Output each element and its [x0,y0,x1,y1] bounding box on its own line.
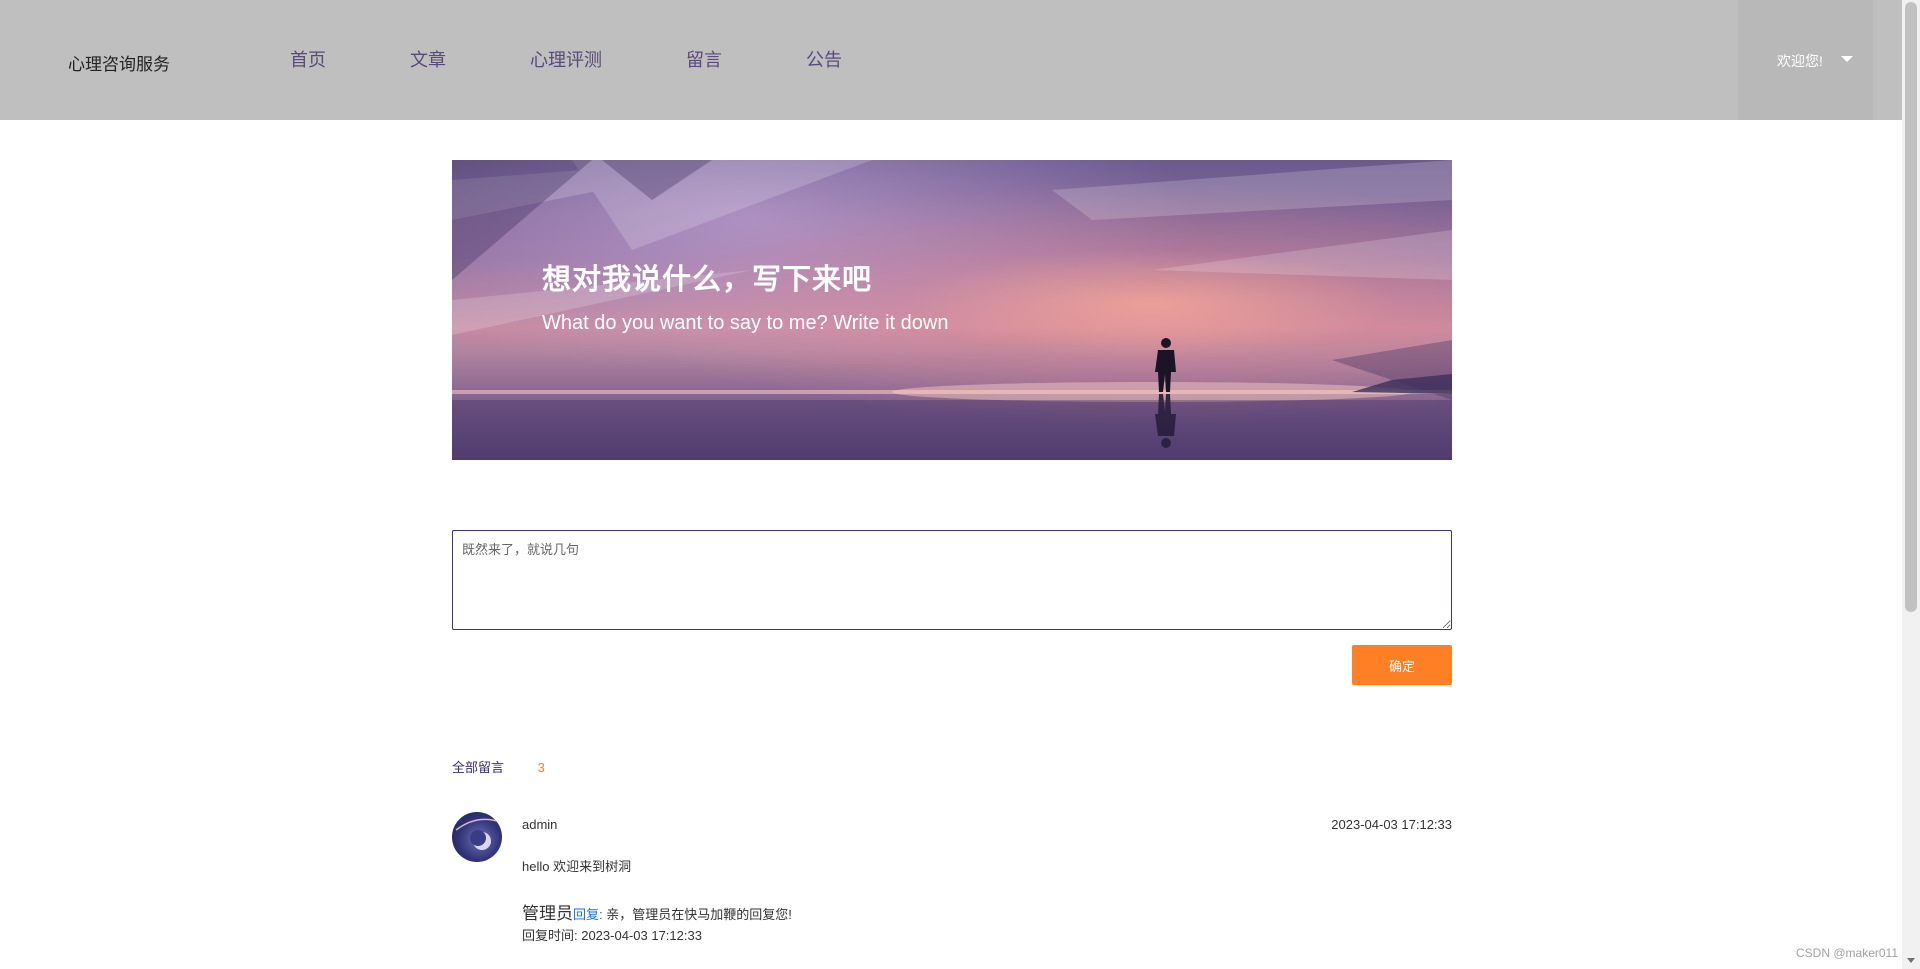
user-menu[interactable]: 欢迎您! [1738,0,1873,120]
user-welcome-text: 欢迎您! [1777,53,1823,69]
comment-time: 2023-04-03 17:12:33 [1331,817,1452,832]
comments-title: 全部留言 [452,760,505,775]
csdn-watermark: CSDN @maker011 [1796,946,1898,960]
comments-header: 全部留言 3 [452,757,545,776]
reply-link[interactable]: 回复: [573,907,603,922]
nav-item-messages[interactable]: 留言 [686,46,722,72]
message-input[interactable] [452,530,1452,630]
scroll-down-arrow-icon[interactable] [1907,958,1915,963]
comments-count: 3 [537,760,545,775]
avatar [452,812,502,862]
site-brand[interactable]: 心理咨询服务 [68,50,170,75]
nav-item-announcements[interactable]: 公告 [806,46,842,72]
nav-item-home[interactable]: 首页 [290,46,326,72]
admin-reply: 管理员回复: 亲，管理员在快马加鞭的回复您! [522,899,792,924]
scrollbar-thumb[interactable] [1905,2,1917,612]
avatar-moon-icon [455,818,501,850]
main-nav: 首页 文章 心理评测 留言 公告 [290,46,926,72]
banner-scenery [452,160,1452,460]
reply-time: 回复时间: 2023-04-03 17:12:33 [522,928,702,943]
nav-item-assessment[interactable]: 心理评测 [530,46,602,72]
banner-subtitle: What do you want to say to me? Write it … [542,312,949,334]
page-scrollbar[interactable] [1902,0,1920,969]
top-navbar: 心理咨询服务 首页 文章 心理评测 留言 公告 欢迎您! [0,0,1920,120]
hero-banner: 想对我说什么，写下来吧 What do you want to say to m… [452,160,1452,460]
caret-down-icon[interactable] [1841,56,1853,62]
nav-item-articles[interactable]: 文章 [410,46,446,72]
comment-content: hello 欢迎来到树洞 [522,859,632,874]
banner-title: 想对我说什么，写下来吧 [542,264,873,296]
submit-button[interactable]: 确定 [1352,645,1452,685]
reply-author: 管理员 [522,904,573,923]
comment-author: admin [522,817,558,832]
reply-text: 亲，管理员在快马加鞭的回复您! [602,907,792,922]
